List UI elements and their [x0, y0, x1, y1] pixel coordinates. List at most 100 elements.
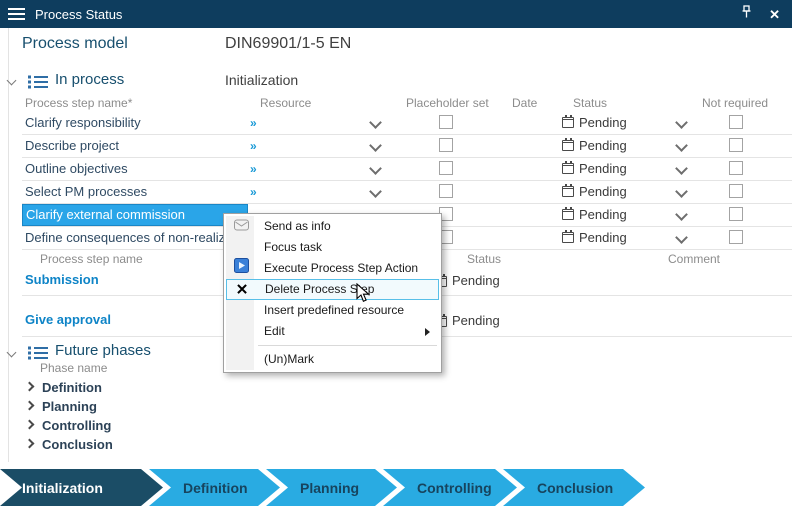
calendar-icon[interactable] — [562, 209, 574, 220]
menu-item-delete-process-step[interactable]: ✕ Delete Process Step — [226, 279, 439, 300]
menu-item-send-as-info[interactable]: Send as info — [226, 216, 439, 237]
section-title-in-process[interactable]: In process — [55, 71, 124, 88]
step-name[interactable]: Clarify responsibility — [25, 112, 141, 134]
not-required-checkbox[interactable] — [729, 184, 743, 198]
title-bar: Process Status ✕ — [0, 0, 792, 28]
status-value[interactable]: Pending — [579, 158, 627, 180]
resource-picker-icon[interactable]: » — [250, 135, 257, 157]
expand-chevron-icon[interactable] — [25, 382, 35, 392]
phase-row[interactable]: Controlling — [22, 416, 792, 435]
status-value[interactable]: Pending — [579, 112, 627, 134]
chevron-down-icon[interactable] — [675, 208, 688, 221]
status-value[interactable]: Pending — [579, 181, 627, 203]
chevron-down-icon[interactable] — [369, 139, 382, 152]
menu-item-execute-action[interactable]: Execute Process Step Action — [226, 258, 439, 279]
chevron-down-icon[interactable] — [369, 162, 382, 175]
chevron-down-icon[interactable] — [675, 139, 688, 152]
table-row[interactable]: Outline objectives » Pending — [22, 158, 792, 181]
status-value[interactable]: Pending — [579, 135, 627, 157]
approval-step-link[interactable]: Submission — [25, 272, 99, 287]
menu-item-edit[interactable]: Edit — [226, 321, 439, 342]
table-row[interactable]: Select PM processes » Pending — [22, 181, 792, 204]
phase-name[interactable]: Conclusion — [42, 435, 113, 454]
chevron-down-icon[interactable] — [369, 185, 382, 198]
placeholder-checkbox[interactable] — [439, 184, 453, 198]
chevron-down-icon[interactable] — [675, 231, 688, 244]
step-name[interactable]: Define consequences of non-realization — [25, 227, 253, 249]
status-value[interactable]: Pending — [579, 204, 627, 226]
phase-row[interactable]: Planning — [22, 397, 792, 416]
expand-chevron-icon[interactable] — [25, 401, 35, 411]
phase-arrow-initialization[interactable]: Initialization — [0, 469, 163, 506]
expand-chevron-icon[interactable] — [25, 420, 35, 430]
menu-item-focus-task[interactable]: Focus task — [226, 237, 439, 258]
current-phase-label: Initialization — [225, 72, 298, 88]
resource-picker-icon[interactable]: » — [250, 181, 257, 203]
play-action-icon — [231, 258, 251, 280]
resource-picker-icon[interactable]: » — [250, 158, 257, 180]
step-name[interactable]: Clarify external commission — [26, 205, 185, 225]
menu-item-insert-predefined-resource[interactable]: Insert predefined resource — [226, 300, 439, 321]
col-resource: Resource — [260, 96, 311, 110]
expand-chevron-icon[interactable] — [25, 439, 35, 449]
table-row[interactable]: Clarify responsibility » Pending — [22, 112, 792, 135]
section-title-future-phases[interactable]: Future phases — [55, 342, 151, 359]
table-row[interactable]: Describe project » Pending — [22, 135, 792, 158]
phase-name[interactable]: Controlling — [42, 416, 111, 435]
calendar-icon[interactable] — [562, 186, 574, 197]
calendar-icon[interactable] — [562, 163, 574, 174]
mouse-cursor-icon — [356, 283, 371, 309]
window-title: Process Status — [35, 7, 122, 22]
menu-separator — [258, 345, 437, 346]
status-value[interactable]: Pending — [452, 273, 500, 288]
placeholder-checkbox[interactable] — [439, 115, 453, 129]
calendar-icon[interactable] — [562, 117, 574, 128]
not-required-checkbox[interactable] — [729, 115, 743, 129]
not-required-checkbox[interactable] — [729, 161, 743, 175]
list-icon — [28, 75, 48, 89]
phase-name[interactable]: Definition — [42, 378, 102, 397]
col-comment: Comment — [668, 252, 720, 266]
step-name[interactable]: Select PM processes — [25, 181, 147, 203]
chevron-down-icon[interactable] — [675, 185, 688, 198]
process-model-value[interactable]: DIN69901/1-5 EN — [225, 35, 351, 53]
calendar-icon[interactable] — [562, 140, 574, 151]
col-date: Date — [512, 96, 537, 110]
status-value[interactable]: Pending — [579, 227, 627, 249]
placeholder-checkbox[interactable] — [439, 138, 453, 152]
pin-icon[interactable] — [740, 5, 753, 24]
chevron-down-icon[interactable] — [369, 116, 382, 129]
status-value[interactable]: Pending — [452, 313, 500, 328]
resource-picker-icon[interactable]: » — [250, 112, 257, 134]
calendar-icon[interactable] — [562, 232, 574, 243]
phase-row[interactable]: Conclusion — [22, 435, 792, 454]
phase-name[interactable]: Planning — [42, 397, 97, 416]
phase-arrow-controlling[interactable]: Controlling — [383, 469, 517, 506]
col-status: Status — [573, 96, 607, 110]
step-name[interactable]: Outline objectives — [25, 158, 128, 180]
delete-x-icon: ✕ — [232, 280, 252, 299]
selected-step-cell[interactable]: Clarify external commission — [22, 204, 248, 226]
menu-hamburger-icon[interactable] — [8, 8, 25, 20]
not-required-checkbox[interactable] — [729, 138, 743, 152]
approval-step-link[interactable]: Give approval — [25, 312, 111, 327]
envelope-icon — [231, 216, 251, 237]
col-process-step-name: Process step name* — [25, 96, 132, 110]
not-required-checkbox[interactable] — [729, 230, 743, 244]
phase-arrow-conclusion[interactable]: Conclusion — [503, 469, 645, 506]
not-required-checkbox[interactable] — [729, 207, 743, 221]
phase-arrow-definition[interactable]: Definition — [149, 469, 280, 506]
chevron-down-icon[interactable] — [675, 116, 688, 129]
phase-arrow-planning[interactable]: Planning — [266, 469, 397, 506]
chevron-down-icon[interactable] — [675, 162, 688, 175]
phase-row[interactable]: Definition — [22, 378, 792, 397]
col-phase-name: Phase name — [40, 361, 107, 375]
close-icon[interactable]: ✕ — [769, 8, 780, 21]
col-status-2: Status — [467, 252, 501, 266]
list-icon — [28, 346, 48, 360]
placeholder-checkbox[interactable] — [439, 161, 453, 175]
menu-item-unmark[interactable]: (Un)Mark — [226, 349, 439, 370]
col-placeholder-set: Placeholder set — [406, 96, 489, 110]
step-name[interactable]: Describe project — [25, 135, 119, 157]
context-menu: Send as info Focus task Execute Process … — [223, 213, 442, 373]
